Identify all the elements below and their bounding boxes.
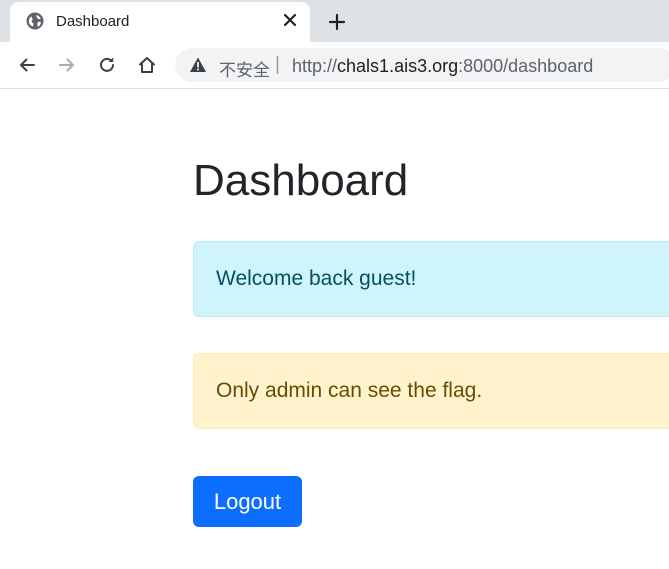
globe-icon — [26, 12, 44, 30]
page-title: Dashboard — [193, 156, 409, 205]
page-content: Dashboard Welcome back guest! Only admin… — [0, 89, 669, 569]
tab-strip: Dashboard — [0, 0, 669, 42]
new-tab-icon[interactable] — [326, 11, 348, 33]
close-tab-icon[interactable] — [280, 10, 300, 30]
admin-only-alert: Only admin can see the flag. — [193, 353, 669, 429]
security-status-label[interactable]: 不安全 — [219, 56, 270, 81]
browser-window: Dashboard 不安全 | http://chals1.ais3.org:8… — [0, 0, 669, 569]
url-text[interactable]: http://chals1.ais3.org:8000/dashboard — [292, 56, 593, 77]
welcome-alert-text: Welcome back guest! — [216, 267, 417, 290]
logout-button[interactable]: Logout — [193, 476, 302, 527]
admin-only-alert-text: Only admin can see the flag. — [216, 379, 483, 402]
url-scheme: http:// — [292, 56, 338, 76]
welcome-alert: Welcome back guest! — [193, 241, 669, 317]
tab-dashboard[interactable]: Dashboard — [10, 2, 310, 42]
warning-icon[interactable] — [189, 56, 207, 74]
back-arrow-icon[interactable] — [15, 53, 39, 77]
url-host: chals1.ais3.org — [337, 56, 459, 76]
url-path: :8000/dashboard — [458, 56, 594, 76]
address-bar[interactable]: 不安全 | http://chals1.ais3.org:8000/dashbo… — [175, 48, 669, 82]
tab-title: Dashboard — [56, 13, 130, 30]
browser-toolbar: 不安全 | http://chals1.ais3.org:8000/dashbo… — [0, 42, 669, 89]
security-separator: | — [275, 54, 280, 75]
reload-icon[interactable] — [95, 53, 119, 77]
home-icon[interactable] — [135, 53, 159, 77]
forward-arrow-icon[interactable] — [55, 53, 79, 77]
